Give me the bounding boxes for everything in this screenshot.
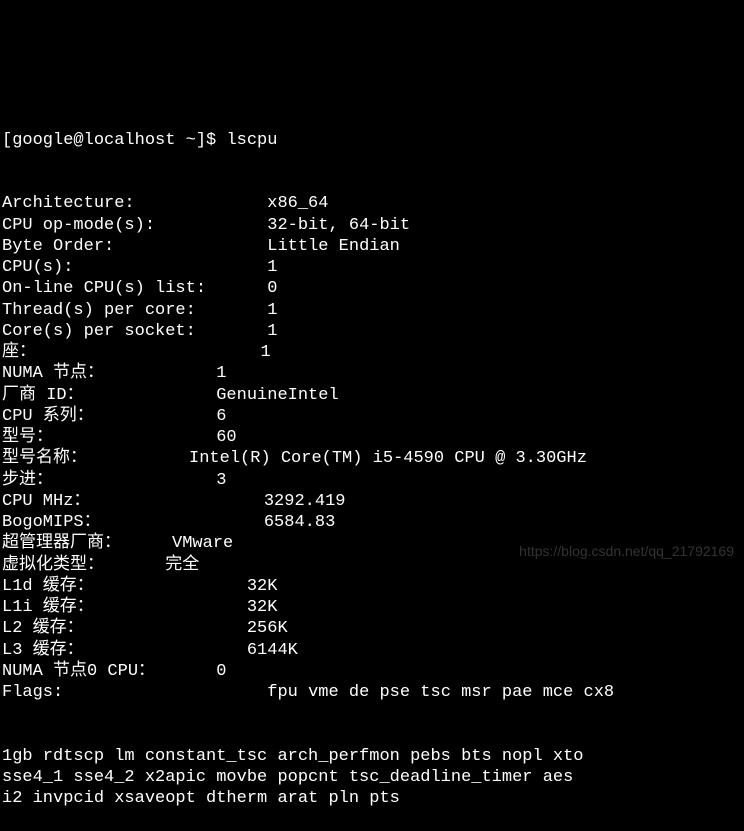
output-row: L1d 缓存： 32K xyxy=(2,576,742,597)
field-label: 型号名称： xyxy=(2,449,87,468)
field-label: L3 缓存： xyxy=(2,641,84,660)
output-row: CPU MHz： 3292.419 xyxy=(2,491,742,512)
field-value: 1 xyxy=(260,343,270,362)
output-row: On-line CPU(s) list: 0 xyxy=(2,278,742,299)
flags-continuation: 1gb rdtscp lm constant_tsc arch_perfmon … xyxy=(2,746,742,810)
field-value: 32-bit, 64-bit xyxy=(267,216,410,235)
field-label: 超管理器厂商： xyxy=(2,534,121,553)
field-value: fpu vme de pse tsc msr pae mce cx8 xyxy=(267,683,614,702)
field-label: L2 缓存： xyxy=(2,619,84,638)
field-label: Byte Order: xyxy=(2,237,114,256)
field-label: CPU MHz： xyxy=(2,492,90,511)
field-label: CPU op-mode(s): xyxy=(2,216,155,235)
field-value: 0 xyxy=(216,662,226,681)
output-row: L2 缓存： 256K xyxy=(2,618,742,639)
field-label: Thread(s) per core: xyxy=(2,301,196,320)
field-label: CPU 系列： xyxy=(2,407,94,426)
output-row: Byte Order: Little Endian xyxy=(2,236,742,257)
field-label: NUMA 节点： xyxy=(2,364,104,383)
output-row: L1i 缓存： 32K xyxy=(2,597,742,618)
field-label: On-line CPU(s) list: xyxy=(2,279,206,298)
field-value: 256K xyxy=(247,619,288,638)
field-label: 型号： xyxy=(2,428,53,447)
field-value: 6584.83 xyxy=(264,513,335,532)
field-value: 1 xyxy=(216,364,226,383)
output-row: Flags: fpu vme de pse tsc msr pae mce cx… xyxy=(2,682,742,703)
field-label: Core(s) per socket: xyxy=(2,322,196,341)
output-row: CPU 系列： 6 xyxy=(2,406,742,427)
field-value: x86_64 xyxy=(267,194,328,213)
field-label: CPU(s): xyxy=(2,258,73,277)
terminal-output: [google@localhost ~]$ lscpu Architecture… xyxy=(2,87,742,673)
output-row: 厂商 ID： GenuineIntel xyxy=(2,385,742,406)
output-row: CPU op-mode(s): 32-bit, 64-bit xyxy=(2,215,742,236)
field-label: Architecture: xyxy=(2,194,135,213)
field-label: L1d 缓存： xyxy=(2,577,94,596)
command-text: lscpu xyxy=(226,131,277,150)
field-value: 1 xyxy=(267,301,277,320)
shell-prompt: [google@localhost ~]$ xyxy=(2,131,226,150)
watermark-text: https://blog.csdn.net/qq_21792169 xyxy=(519,543,734,561)
field-label: 座： xyxy=(2,343,36,362)
output-row: Architecture: x86_64 xyxy=(2,193,742,214)
field-value: 1 xyxy=(267,258,277,277)
flags-line: sse4_1 sse4_2 x2apic movbe popcnt tsc_de… xyxy=(2,767,742,788)
output-row: NUMA 节点： 1 xyxy=(2,363,742,384)
field-label: 厂商 ID： xyxy=(2,386,84,405)
field-label: BogoMIPS： xyxy=(2,513,101,532)
output-row: L3 缓存： 6144K xyxy=(2,640,742,661)
output-row: 型号： 60 xyxy=(2,427,742,448)
field-label: 虚拟化类型： xyxy=(2,556,104,575)
field-value: Intel(R) Core(TM) i5-4590 CPU @ 3.30GHz xyxy=(189,449,587,468)
field-label: L1i 缓存： xyxy=(2,598,94,617)
field-value: VMware xyxy=(172,534,233,553)
field-value: 6 xyxy=(216,407,226,426)
output-row: BogoMIPS： 6584.83 xyxy=(2,512,742,533)
output-row: CPU(s): 1 xyxy=(2,257,742,278)
field-value: 完全 xyxy=(165,556,199,575)
flags-line: i2 invpcid xsaveopt dtherm arat pln pts xyxy=(2,788,742,809)
field-value: 3292.419 xyxy=(264,492,346,511)
field-value: 32K xyxy=(247,598,278,617)
output-row: Thread(s) per core: 1 xyxy=(2,300,742,321)
flags-line: 1gb rdtscp lm constant_tsc arch_perfmon … xyxy=(2,746,742,767)
field-value: 3 xyxy=(216,471,226,490)
field-label: NUMA 节点0 CPU： xyxy=(2,662,155,681)
field-label: 步进： xyxy=(2,471,53,490)
output-row: 型号名称： Intel(R) Core(TM) i5-4590 CPU @ 3.… xyxy=(2,448,742,469)
prompt-line[interactable]: [google@localhost ~]$ lscpu xyxy=(2,130,742,151)
output-row: 座： 1 xyxy=(2,342,742,363)
output-row: Core(s) per socket: 1 xyxy=(2,321,742,342)
field-value: 32K xyxy=(247,577,278,596)
field-label: Flags: xyxy=(2,683,63,702)
field-value: 0 xyxy=(267,279,277,298)
lscpu-output: Architecture: x86_64CPU op-mode(s): 32-b… xyxy=(2,193,742,703)
field-value: 60 xyxy=(216,428,236,447)
field-value: GenuineIntel xyxy=(216,386,338,405)
field-value: 1 xyxy=(267,322,277,341)
field-value: 6144K xyxy=(247,641,298,660)
output-row: 步进： 3 xyxy=(2,470,742,491)
output-row: NUMA 节点0 CPU： 0 xyxy=(2,661,742,682)
field-value: Little Endian xyxy=(267,237,400,256)
